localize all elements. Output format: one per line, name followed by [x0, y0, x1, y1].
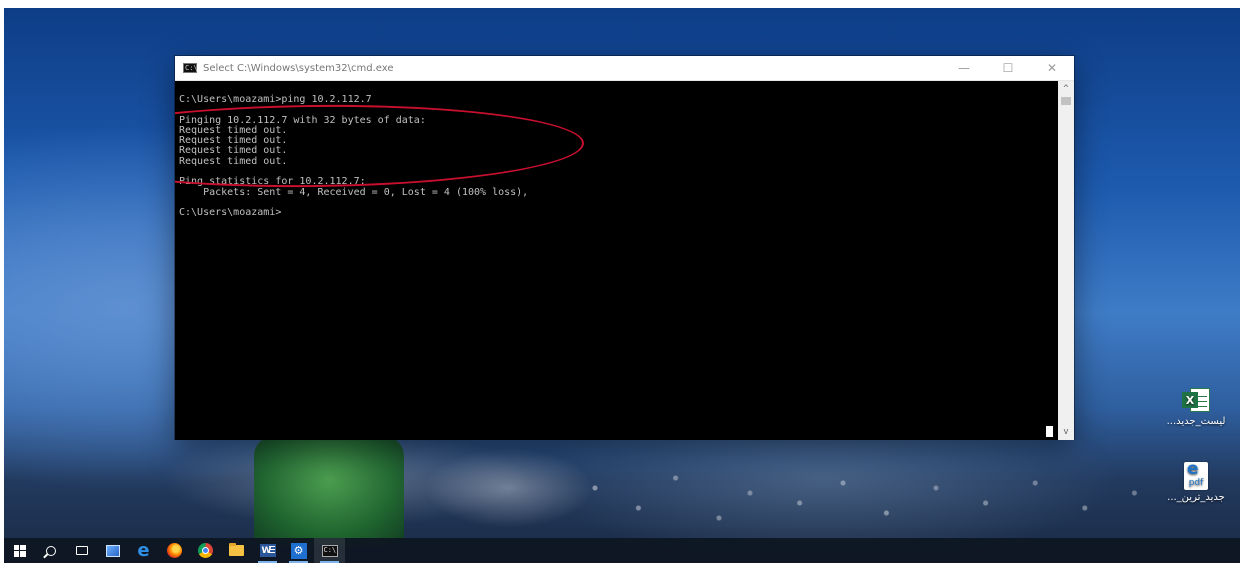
word-icon-letter: W — [261, 545, 272, 556]
settings-button[interactable]: ⚙ — [283, 538, 314, 563]
word-icon: W — [259, 544, 276, 557]
edge-button[interactable]: e — [128, 538, 159, 563]
file-explorer-button[interactable] — [221, 538, 252, 563]
scroll-up-button[interactable]: ^ — [1058, 81, 1074, 97]
pdf-text-badge: pdf — [1188, 478, 1204, 488]
task-view-icon — [75, 546, 88, 555]
taskbar: e W ⚙ C:\ — [4, 538, 1240, 563]
windows-logo-icon — [13, 544, 26, 557]
desktop-icon-label: لیست_جدید... — [1166, 416, 1226, 427]
cmd-app-icon[interactable]: C:\ — [183, 63, 198, 73]
console-line: Request timed out. — [179, 145, 288, 157]
maximize-icon: ☐ — [1002, 61, 1014, 75]
cmd-window[interactable]: C:\ Select C:\Windows\system32\cmd.exe —… — [175, 56, 1074, 440]
cmd-icon: C:\ — [321, 544, 338, 557]
console-cursor — [1046, 426, 1053, 437]
chevron-down-icon: v — [1063, 426, 1069, 437]
scroll-down-button[interactable]: v — [1058, 424, 1074, 440]
firefox-icon — [167, 543, 182, 558]
chevron-up-icon: ^ — [1063, 83, 1069, 94]
scrollbar-thumb[interactable] — [1061, 97, 1071, 105]
cmd-button[interactable]: C:\ — [314, 538, 345, 563]
console-prompt: C:\Users\moazami> — [179, 207, 282, 219]
search-button[interactable] — [35, 538, 66, 563]
firefox-button[interactable] — [159, 538, 190, 563]
console-line: Pinging 10.2.112.7 with 32 bytes of data… — [179, 114, 426, 126]
close-icon: ✕ — [1046, 61, 1058, 75]
title-bar[interactable]: C:\ Select C:\Windows\system32\cmd.exe —… — [175, 56, 1074, 81]
word-button[interactable]: W — [252, 538, 283, 563]
maximize-button[interactable]: ☐ — [986, 56, 1030, 80]
window-title: Select C:\Windows\system32\cmd.exe — [203, 62, 394, 74]
minimize-icon: — — [958, 61, 970, 75]
cmd-app-icon-label: C:\ — [185, 63, 198, 72]
console-line: Request timed out. — [179, 135, 288, 147]
desktop-icon-label: جدید_ترین_... — [1167, 492, 1225, 503]
desktop-icon — [105, 544, 120, 557]
caption-buttons: — ☐ ✕ — [942, 56, 1074, 80]
chrome-button[interactable] — [190, 538, 221, 563]
pdf-file-icon: e pdf — [1184, 459, 1208, 490]
wallpaper-droplets — [564, 448, 1184, 548]
edge-pdf-badge: e — [1187, 459, 1199, 479]
gear-icon: ⚙ — [290, 542, 307, 559]
excel-badge: X — [1182, 392, 1198, 408]
console-line: Packets: Sent = 4, Received = 0, Lost = … — [179, 186, 529, 198]
console-line: C:\Users\moazami>ping 10.2.112.7 — [179, 94, 372, 105]
show-desktop-button[interactable] — [97, 538, 128, 563]
chrome-icon — [198, 543, 213, 558]
close-button[interactable]: ✕ — [1030, 56, 1074, 80]
gear-icon-glyph: ⚙ — [293, 544, 304, 557]
edge-icon: e — [137, 539, 150, 561]
console-line: Request timed out. — [179, 155, 288, 167]
search-icon — [45, 545, 56, 556]
desktop-icon-excel-file[interactable]: X لیست_جدید... — [1156, 386, 1236, 427]
cmd-icon-label: C:\ — [323, 545, 337, 554]
wallpaper-bottle — [254, 436, 404, 546]
desktop-icon-pdf-file[interactable]: e pdf جدید_ترین_... — [1156, 459, 1236, 503]
console-output[interactable]: C:\Users\moazami>ping 10.2.112.7 Pinging… — [175, 81, 1074, 440]
vertical-scrollbar[interactable]: ^ v — [1058, 81, 1074, 440]
console-line: Request timed out. — [179, 124, 288, 136]
minimize-button[interactable]: — — [942, 56, 986, 80]
folder-icon — [229, 543, 244, 556]
task-view-button[interactable] — [66, 538, 97, 563]
excel-file-icon: X — [1182, 386, 1210, 414]
start-button[interactable] — [4, 538, 35, 563]
